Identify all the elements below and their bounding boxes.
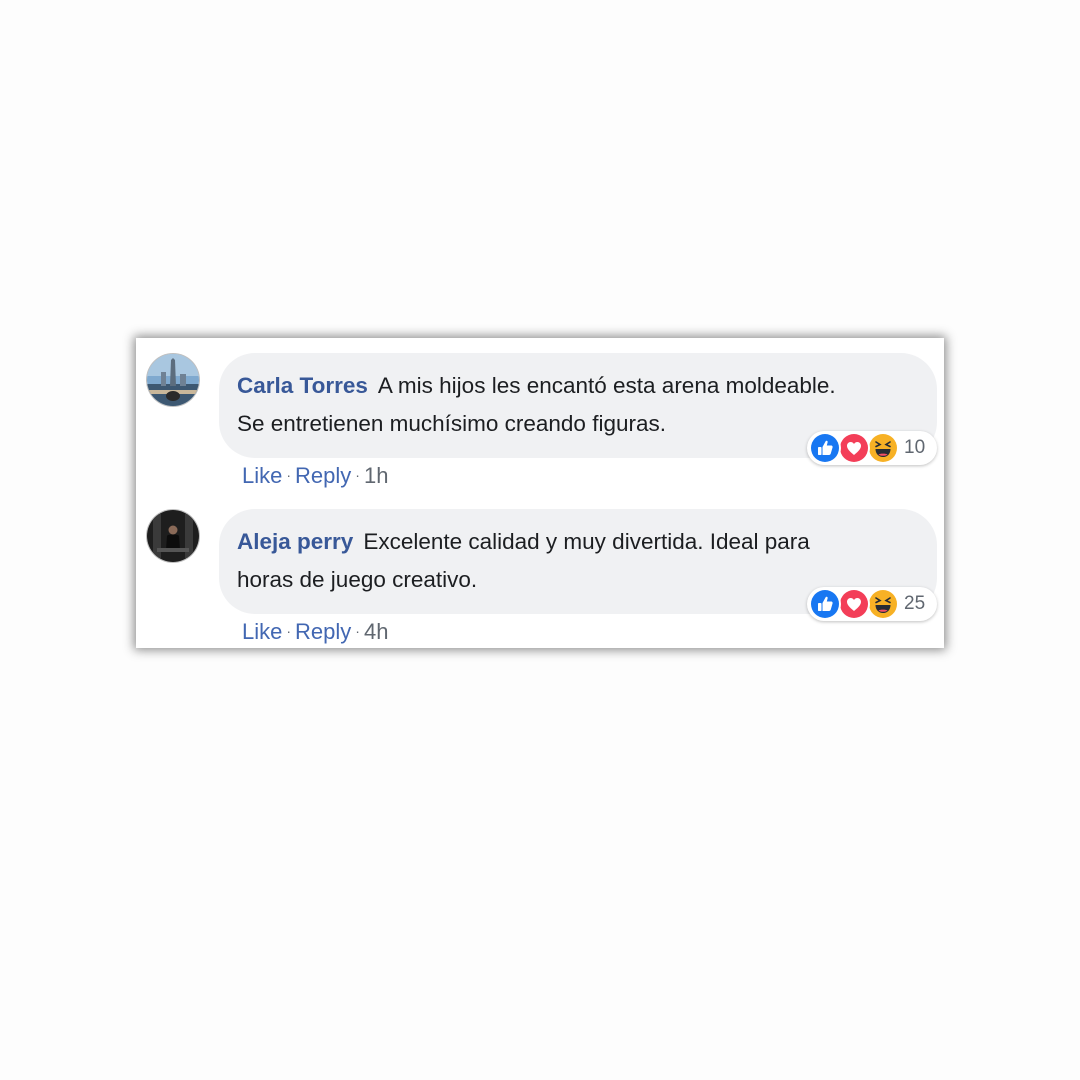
separator-dot: · <box>355 467 360 483</box>
comment-text-line: Se entretienen muchísimo creando figuras… <box>237 411 666 436</box>
like-icon <box>809 432 841 464</box>
comment-actions: Like · Reply · 1h <box>242 462 388 492</box>
reactions-summary[interactable]: 25 <box>807 587 937 621</box>
reaction-count: 10 <box>904 437 926 458</box>
reaction-count: 25 <box>904 593 926 614</box>
avatar[interactable] <box>147 510 199 562</box>
avatar[interactable] <box>147 354 199 406</box>
comment-item: Aleja perry Excelente calidad y muy diver… <box>136 494 944 644</box>
comment-actions: Like · Reply · 4h <box>242 618 388 648</box>
comment-author[interactable]: Aleja perry <box>237 529 353 554</box>
like-link[interactable]: Like <box>242 463 282 488</box>
comments-card: Carla Torres A mis hijos les encantó esta… <box>136 338 944 648</box>
love-icon <box>838 432 870 464</box>
comment-timestamp[interactable]: 4h <box>364 619 388 644</box>
separator-dot: · <box>355 623 360 639</box>
like-icon <box>809 588 841 620</box>
reply-link[interactable]: Reply <box>295 619 351 644</box>
comment-timestamp[interactable]: 1h <box>364 463 388 488</box>
comment-text-line: horas de juego creativo. <box>237 567 478 592</box>
reactions-summary[interactable]: 10 <box>807 431 937 465</box>
reply-link[interactable]: Reply <box>295 463 351 488</box>
comment-text-line: Excelente calidad y muy divertida. Ideal… <box>363 529 810 554</box>
like-link[interactable]: Like <box>242 619 282 644</box>
separator-dot: · <box>286 467 292 483</box>
comment-item: Carla Torres A mis hijos les encantó esta… <box>136 338 944 488</box>
comment-author[interactable]: Carla Torres <box>237 373 368 398</box>
haha-icon <box>867 432 899 464</box>
separator-dot: · <box>286 623 292 639</box>
comment-text-line: A mis hijos les encantó esta arena molde… <box>377 373 836 398</box>
haha-icon <box>867 588 899 620</box>
love-icon <box>838 588 870 620</box>
